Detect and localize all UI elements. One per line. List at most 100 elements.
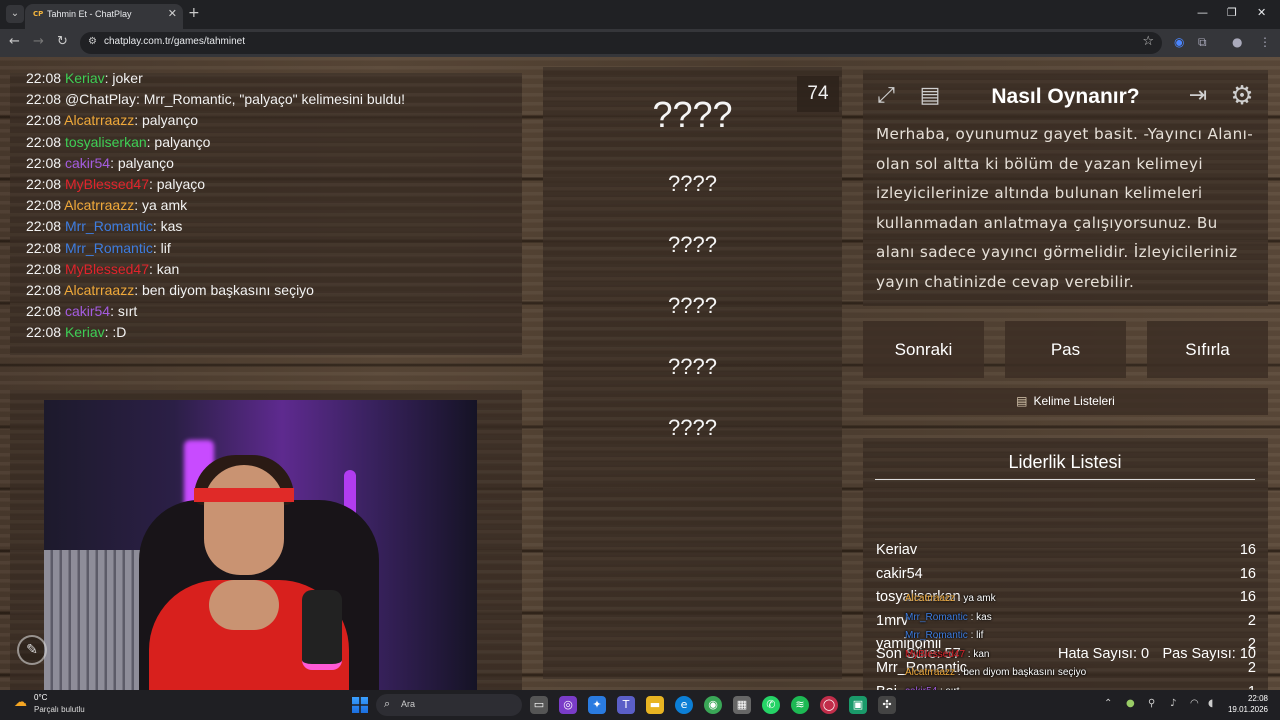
headband bbox=[194, 488, 294, 502]
minimize-icon[interactable]: — bbox=[1197, 6, 1208, 19]
reset-button[interactable]: Sıfırla bbox=[1147, 321, 1268, 378]
player-name: Keriav bbox=[876, 542, 918, 558]
logout-icon[interactable]: ⇥ bbox=[1182, 80, 1214, 112]
chat-username[interactable]: Keriav bbox=[65, 70, 105, 86]
chat-text: : lif bbox=[152, 239, 171, 256]
chat-username[interactable]: Mrr_Romantic bbox=[65, 218, 153, 234]
wifi-icon[interactable]: ◠ bbox=[1190, 698, 1199, 709]
chat-timestamp: 22:08 bbox=[26, 133, 62, 150]
next-button[interactable]: Sonraki bbox=[863, 321, 984, 378]
taskbar-search[interactable]: ⌕ Ara bbox=[376, 694, 522, 716]
player-name: 1mrv bbox=[876, 612, 909, 629]
chat-message: 22:08 Mrr_Romantic: lif bbox=[26, 238, 522, 259]
weather-condition[interactable]: Parçalı bulutlu bbox=[34, 705, 85, 714]
favicon-icon: CP bbox=[33, 10, 44, 18]
network-icon[interactable]: ⚲ bbox=[1148, 698, 1155, 709]
chat-text: : palyaço bbox=[148, 175, 206, 192]
close-window-icon[interactable]: ✕ bbox=[1257, 6, 1266, 19]
overlay-text: : ben diyom başkasını seçiyo bbox=[955, 667, 1087, 678]
player-score: 16 bbox=[1239, 565, 1256, 582]
chat-username[interactable]: Keriav bbox=[65, 324, 105, 340]
settings-gear-icon[interactable]: ⚙ bbox=[1226, 80, 1258, 112]
tray-app-icon[interactable]: ● bbox=[1126, 698, 1135, 709]
new-tab-icon[interactable]: + bbox=[188, 5, 200, 21]
chat-timestamp: 22:08 bbox=[26, 112, 62, 129]
tab-close-icon[interactable]: ✕ bbox=[168, 7, 177, 20]
app-icon[interactable]: ◯ bbox=[820, 696, 838, 714]
overlay-chat-message: Alcatrraazz : ben diyom başkasını seçiyo bbox=[905, 667, 1245, 678]
word-lists-button[interactable]: ▤ Kelime Listeleri bbox=[863, 388, 1268, 415]
file-explorer-icon[interactable]: ▬ bbox=[646, 696, 664, 714]
app-icon[interactable]: ✣ bbox=[878, 696, 896, 714]
chat-timestamp: 22:08 bbox=[26, 281, 62, 298]
weather-temperature[interactable]: 0°C bbox=[34, 693, 47, 702]
chat-panel: 22:08 Keriav: joker 22:08 @ChatPlay: Mrr_… bbox=[10, 70, 522, 355]
weather-cloud-icon[interactable]: ☁ bbox=[14, 695, 27, 710]
edge-icon[interactable]: e bbox=[675, 696, 693, 714]
restore-icon[interactable]: ❐ bbox=[1227, 6, 1237, 19]
chat-username[interactable]: @ChatPlay bbox=[65, 91, 136, 107]
whatsapp-icon[interactable]: ✆ bbox=[762, 696, 780, 714]
forward-icon[interactable]: → bbox=[33, 34, 44, 49]
task-view-icon[interactable]: ▭ bbox=[530, 696, 548, 714]
search-icon: ⌕ bbox=[384, 697, 391, 710]
chat-text: : kan bbox=[148, 260, 180, 277]
chat-username[interactable]: MyBlessed47 bbox=[65, 261, 149, 277]
chrome-icon[interactable]: ◉ bbox=[704, 696, 722, 714]
chat-text: : :D bbox=[104, 324, 127, 341]
overlay-username: Mrr_Romantic bbox=[905, 611, 968, 623]
chat-text: : ya amk bbox=[134, 197, 188, 214]
chat-message: 22:08 Alcatrraazz: ya amk bbox=[26, 195, 522, 216]
microphone-icon[interactable]: ♪ bbox=[1170, 698, 1176, 709]
tray-chevron-icon[interactable]: ⌃ bbox=[1104, 698, 1112, 709]
volume-icon[interactable]: ◖ bbox=[1208, 698, 1213, 709]
tab-search-icon[interactable]: ⌄ bbox=[6, 5, 24, 23]
chat-message: 22:08 @ChatPlay: Mrr_Romantic, "palyaço"… bbox=[26, 89, 522, 110]
extensions-puzzle-icon[interactable]: ⧉ bbox=[1198, 35, 1207, 50]
streamer-face bbox=[204, 465, 284, 575]
menu-dots-icon[interactable]: ⋮ bbox=[1259, 35, 1271, 49]
address-bar-row: ← → ↻ ⚙ chatplay.com.tr/games/tahminet ☆… bbox=[0, 29, 1280, 57]
chat-username[interactable]: cakir54 bbox=[65, 155, 110, 171]
clock[interactable]: 22:08 19.01.2026 bbox=[1224, 693, 1268, 715]
chat-username[interactable]: Alcatrraazz bbox=[64, 112, 134, 128]
browser-tab[interactable]: CP Tahmin Et - ChatPlay ✕ bbox=[25, 4, 183, 29]
chat-username[interactable]: Alcatrraazz bbox=[64, 197, 134, 213]
player-name: cakir54 bbox=[876, 565, 923, 582]
copilot-icon[interactable]: ✦ bbox=[588, 696, 606, 714]
leaderboard-title: Liderlik Listesi bbox=[875, 452, 1255, 480]
app-icon[interactable]: ▣ bbox=[849, 696, 867, 714]
chat-username[interactable]: cakir54 bbox=[65, 303, 110, 319]
back-icon[interactable]: ← bbox=[9, 34, 20, 49]
windows-start-icon[interactable] bbox=[352, 697, 368, 713]
chat-username[interactable]: MyBlessed47 bbox=[65, 176, 149, 192]
chat-timestamp: 22:08 bbox=[26, 324, 62, 341]
chat-username[interactable]: tosyaliserkan bbox=[65, 134, 147, 150]
spotify-icon[interactable]: ≋ bbox=[791, 696, 809, 714]
taboo-word: ???? bbox=[668, 415, 717, 440]
chat-timestamp: 22:08 bbox=[26, 70, 62, 86]
chat-text: : joker bbox=[104, 70, 143, 86]
chat-timestamp: 22:08 bbox=[26, 175, 62, 192]
app-icon[interactable]: ◎ bbox=[559, 696, 577, 714]
store-icon[interactable]: ▦ bbox=[733, 696, 751, 714]
url-text[interactable]: chatplay.com.tr/games/tahminet bbox=[104, 36, 245, 47]
chat-username[interactable]: Mrr_Romantic bbox=[65, 240, 153, 256]
chat-timestamp: 22:08 bbox=[26, 218, 62, 235]
profile-avatar-icon[interactable]: ● bbox=[1232, 35, 1242, 49]
pen-icon[interactable]: ✎ bbox=[17, 635, 47, 665]
omnibox[interactable]: ⚙ chatplay.com.tr/games/tahminet ☆ bbox=[80, 32, 1162, 54]
taboo-word: ???? bbox=[668, 171, 717, 196]
timer-counter: 74 bbox=[797, 76, 839, 112]
chat-username[interactable]: Alcatrraazz bbox=[64, 282, 134, 298]
reload-icon[interactable]: ↻ bbox=[57, 34, 68, 49]
site-info-icon[interactable]: ⚙ bbox=[88, 36, 97, 47]
extension-icon[interactable]: ◉ bbox=[1174, 35, 1184, 49]
game-page: 22:08 Keriav: joker 22:08 @ChatPlay: Mrr_… bbox=[0, 57, 1280, 690]
teams-icon[interactable]: T bbox=[617, 696, 635, 714]
overlay-text: : kas bbox=[967, 611, 992, 623]
pass-button[interactable]: Pas bbox=[1005, 321, 1126, 378]
chat-timestamp: 22:08 bbox=[26, 197, 62, 214]
player-score: 16 bbox=[1239, 542, 1256, 558]
bookmark-star-icon[interactable]: ☆ bbox=[1142, 34, 1154, 49]
